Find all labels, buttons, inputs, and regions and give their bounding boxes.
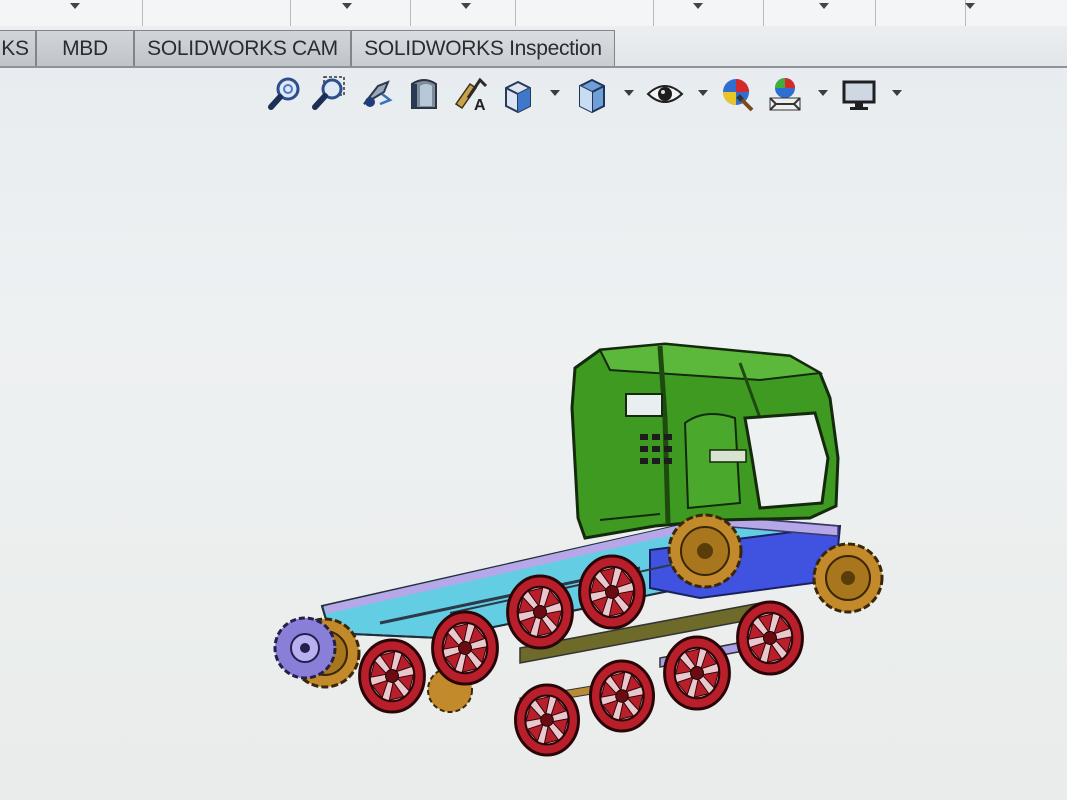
tab-strip-divider: [0, 66, 1067, 68]
road-wheel-4: [578, 554, 646, 630]
top-dropdown-8[interactable]: [875, 0, 966, 26]
heads-up-view-toolbar: A: [262, 74, 912, 116]
chevron-down-icon: [461, 3, 471, 9]
view-settings-icon[interactable]: [840, 74, 878, 114]
top-dropdown-5[interactable]: [515, 0, 654, 26]
apply-scene-dropdown-icon[interactable]: [818, 90, 828, 96]
tab-solidworks-inspection[interactable]: SOLIDWORKS Inspection: [351, 30, 615, 66]
road-wheel-7: [589, 659, 655, 733]
top-dropdown-1[interactable]: [0, 0, 143, 26]
view-orientation-icon[interactable]: [498, 74, 536, 114]
graphics-area[interactable]: [0, 118, 1067, 800]
chevron-down-icon: [342, 3, 352, 9]
display-style-dropdown-icon[interactable]: [624, 90, 634, 96]
edit-appearance-icon[interactable]: [718, 74, 756, 114]
road-wheel-3: [506, 574, 574, 650]
display-style-icon[interactable]: [572, 74, 610, 114]
previous-view-icon[interactable]: [358, 74, 396, 114]
dynamic-annotation-views-icon[interactable]: A: [452, 74, 490, 114]
hide-show-items-icon[interactable]: [646, 74, 684, 114]
road-wheel-5: [736, 600, 804, 676]
top-dropdown-4[interactable]: [410, 0, 516, 26]
top-dropdown-strip: [0, 0, 1067, 27]
command-manager-tabs: KS MBD SOLIDWORKS CAM SOLIDWORKS Inspect…: [0, 26, 1067, 68]
road-wheel-8: [514, 683, 580, 757]
chevron-down-icon: [693, 3, 703, 9]
section-view-icon[interactable]: [406, 74, 444, 114]
drive-sprocket-front: [667, 513, 743, 589]
cab: [570, 342, 840, 540]
top-dropdown-2[interactable]: [142, 0, 291, 26]
road-wheel-1: [358, 638, 426, 714]
idler-wheel: [273, 616, 337, 680]
view-settings-dropdown-icon[interactable]: [892, 90, 902, 96]
apply-scene-icon[interactable]: [766, 74, 804, 114]
road-wheel-6: [663, 635, 731, 711]
top-dropdown-7[interactable]: [763, 0, 876, 26]
road-wheel-2: [431, 610, 499, 686]
hide-show-dropdown-icon[interactable]: [698, 90, 708, 96]
zoom-to-area-icon[interactable]: [310, 74, 348, 114]
tab-mbd[interactable]: MBD: [36, 30, 134, 66]
chevron-down-icon: [965, 3, 975, 9]
chevron-down-icon: [819, 3, 829, 9]
zoom-to-fit-icon[interactable]: [266, 74, 304, 114]
view-orientation-dropdown-icon[interactable]: [550, 90, 560, 96]
tracked-vehicle-model[interactable]: [0, 118, 1067, 800]
drive-sprocket-right: [812, 542, 884, 614]
chevron-down-icon: [70, 3, 80, 9]
tab-solidworks-cam[interactable]: SOLIDWORKS CAM: [134, 30, 351, 66]
top-dropdown-9[interactable]: [965, 0, 1067, 26]
svg-text:A: A: [474, 97, 486, 114]
top-dropdown-6[interactable]: [653, 0, 764, 26]
tab-sketch-partial[interactable]: KS: [0, 30, 36, 66]
top-dropdown-3[interactable]: [290, 0, 411, 26]
